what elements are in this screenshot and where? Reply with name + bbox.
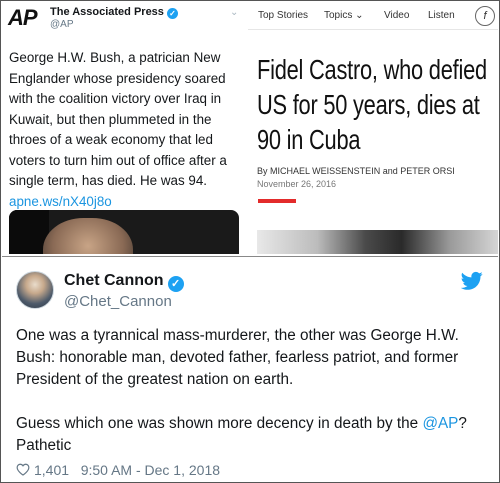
tweet-paragraph-2: Guess which one was shown more decency i… — [16, 413, 486, 457]
nav-video[interactable]: Video — [384, 10, 409, 21]
tweet-text: One was a tyrannical mass-murderer, the … — [16, 325, 486, 479]
news-article: Top Stories Topics ⌄ Video Listen f Fide… — [248, 2, 498, 254]
article-date: November 26, 2016 — [257, 179, 337, 189]
ap-tweet-image[interactable] — [9, 210, 239, 254]
ap-link[interactable]: apne.ws/nX40j8o — [9, 194, 112, 209]
article-photo[interactable] — [257, 230, 498, 254]
like-count[interactable]: 1,401 — [34, 462, 69, 478]
author-name-label: Chet Cannon — [64, 272, 164, 289]
article-byline: By MICHAEL WEISSENSTEIN and PETER ORSI — [257, 166, 455, 176]
twitter-bird-icon[interactable] — [461, 271, 483, 291]
nav-topics-label: Topics — [324, 10, 353, 21]
verified-icon: ✓ — [166, 8, 178, 19]
mention-link[interactable]: @AP — [422, 415, 458, 432]
article-headline: Fidel Castro, who defied US for 50 years… — [257, 54, 487, 155]
chevron-down-icon[interactable]: ⌄ — [230, 7, 238, 18]
ap-name-label: The Associated Press — [50, 6, 164, 18]
tweet-timestamp[interactable]: 9:50 AM - Dec 1, 2018 — [81, 462, 220, 478]
facebook-icon[interactable]: f — [475, 6, 495, 26]
ap-handle[interactable]: @AP — [50, 19, 74, 30]
tweet-paragraph-2-text: Guess which one was shown more decency i… — [16, 415, 423, 432]
tweet-paragraph-1: One was a tyrannical mass-murderer, the … — [16, 327, 459, 388]
tweet-card: Chet Cannon ✓ @Chet_Cannon One was a tyra… — [2, 256, 498, 481]
article-nav: Top Stories Topics ⌄ Video Listen f — [248, 2, 498, 30]
ap-logo[interactable]: AP — [8, 5, 44, 30]
chevron-down-icon: ⌄ — [355, 10, 364, 21]
ap-tweet-card: AP The Associated Press ✓ @AP ⌄ George H.… — [2, 2, 246, 254]
image-portrait — [43, 218, 133, 254]
avatar[interactable] — [16, 271, 54, 309]
author-handle[interactable]: @Chet_Cannon — [64, 293, 172, 310]
tweet-footer: 1,401 9:50 AM - Dec 1, 2018 — [16, 462, 220, 478]
ap-tweet-body: George H.W. Bush, a patrician New Englan… — [9, 50, 227, 188]
heart-icon[interactable] — [16, 463, 30, 476]
nav-top-stories[interactable]: Top Stories — [258, 10, 308, 21]
accent-bar — [258, 199, 296, 203]
verified-icon: ✓ — [167, 276, 184, 292]
nav-topics[interactable]: Topics ⌄ — [324, 10, 364, 21]
ap-account-name[interactable]: The Associated Press ✓ — [50, 6, 178, 19]
ap-tweet-text: George H.W. Bush, a patrician New Englan… — [9, 48, 241, 212]
author-name[interactable]: Chet Cannon ✓ — [64, 272, 184, 292]
nav-listen[interactable]: Listen — [428, 10, 455, 21]
